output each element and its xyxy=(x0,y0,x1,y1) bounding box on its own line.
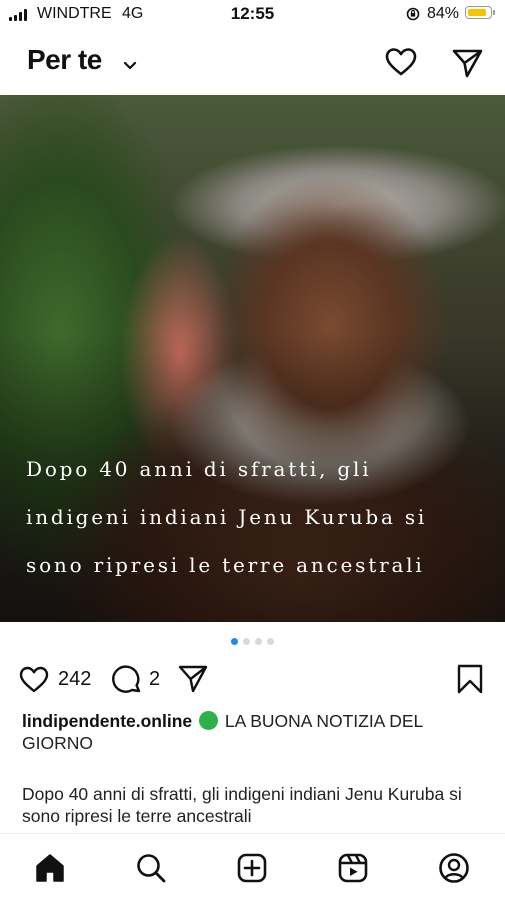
carousel-dot xyxy=(231,638,238,645)
reels-icon[interactable] xyxy=(337,852,369,884)
search-icon[interactable] xyxy=(135,852,167,884)
caption-username[interactable]: lindipendente.online xyxy=(22,711,192,731)
profile-icon[interactable] xyxy=(438,852,470,884)
post-image[interactable]: Dopo 40 anni di sfratti, gli indigeni in… xyxy=(0,95,505,622)
send-icon[interactable] xyxy=(450,46,484,80)
like-count[interactable]: 242 xyxy=(58,668,91,691)
caption-body: Dopo 40 anni di sfratti, gli indigeni in… xyxy=(22,784,462,826)
comment-icon[interactable] xyxy=(111,664,143,696)
headline-line: indigeni indiani Jenu Kuruba si xyxy=(26,505,428,529)
green-circle-emoji xyxy=(199,711,219,730)
status-bar: WINDTRE 4G 12:55 84% xyxy=(0,0,505,30)
feed-title[interactable]: Per te xyxy=(27,44,102,76)
rotation-lock-icon xyxy=(406,7,420,21)
bookmark-icon[interactable] xyxy=(456,663,484,695)
heart-icon[interactable] xyxy=(384,45,418,79)
carousel-indicator xyxy=(0,638,505,645)
battery-percent: 84% xyxy=(427,5,460,22)
home-icon[interactable] xyxy=(34,852,66,884)
bottom-nav xyxy=(0,833,505,901)
like-heart-icon[interactable] xyxy=(18,664,50,694)
create-icon[interactable] xyxy=(236,852,268,884)
headline-line: sono ripresi le terre ancestrali xyxy=(26,553,425,577)
image-headline: Dopo 40 anni di sfratti, gli indigeni in… xyxy=(26,445,486,589)
battery-icon xyxy=(465,6,495,19)
post-caption: lindipendente.online LA BUONA NOTIZIA DE… xyxy=(22,710,487,754)
comment-count[interactable]: 2 xyxy=(149,668,160,691)
carousel-dot xyxy=(255,638,262,645)
share-icon[interactable] xyxy=(177,663,209,695)
headline-line: Dopo 40 anni di sfratti, gli xyxy=(26,457,372,481)
carousel-dot xyxy=(243,638,250,645)
carousel-dot xyxy=(267,638,274,645)
chevron-down-icon[interactable] xyxy=(122,60,138,72)
